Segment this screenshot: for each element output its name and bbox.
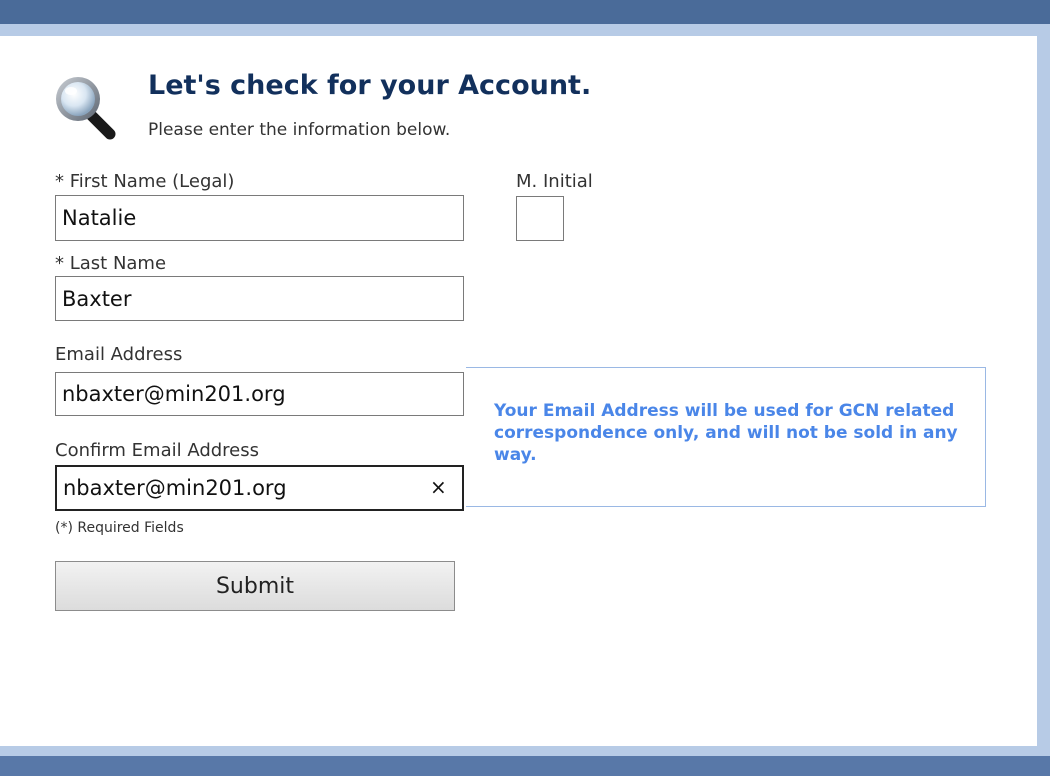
first-name-field[interactable] <box>55 195 464 241</box>
close-icon[interactable]: × <box>430 473 447 501</box>
last-name-label: * Last Name <box>55 253 167 274</box>
submit-button[interactable]: Submit <box>55 561 455 611</box>
email-info-text: Your Email Address will be used for GCN … <box>494 401 958 465</box>
window-bottom-border <box>0 756 1050 776</box>
email-label: Email Address <box>55 344 183 365</box>
email-field[interactable] <box>55 372 464 416</box>
confirm-email-field[interactable] <box>55 465 464 511</box>
middle-initial-field[interactable] <box>516 196 564 241</box>
email-info-callout: Your Email Address will be used for GCN … <box>466 367 986 507</box>
page-title: Let's check for your Account. <box>148 70 592 101</box>
confirm-email-label: Confirm Email Address <box>55 440 260 461</box>
last-name-field[interactable] <box>55 276 464 321</box>
required-fields-note: (*) Required Fields <box>55 520 184 536</box>
first-name-label: * First Name (Legal) <box>55 171 235 192</box>
middle-initial-label: M. Initial <box>516 171 593 192</box>
window-top-border <box>0 0 1050 24</box>
page-subtitle: Please enter the information below. <box>148 120 451 140</box>
window-top-inner-border <box>0 24 1050 36</box>
window-right-border <box>1037 24 1050 776</box>
magnifying-glass-icon <box>56 77 116 140</box>
